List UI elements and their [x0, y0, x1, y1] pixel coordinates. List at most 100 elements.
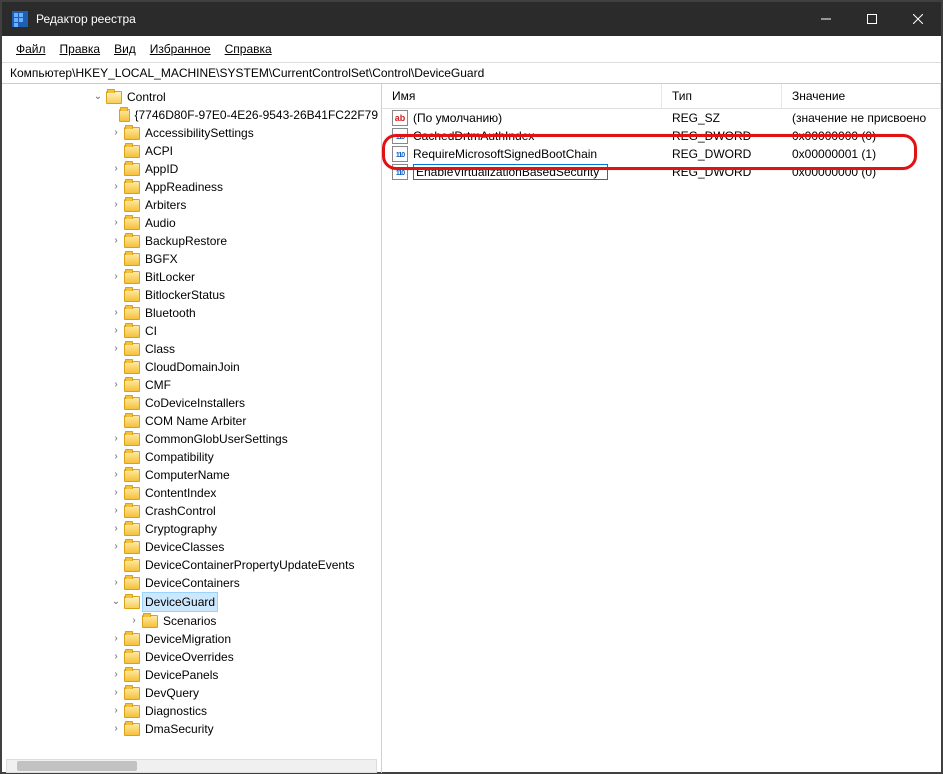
tree-node[interactable]: ACPI: [110, 142, 381, 160]
menu-favorites[interactable]: Избранное: [144, 40, 217, 58]
chevron-right-icon[interactable]: [110, 196, 122, 214]
tree-node-control[interactable]: Control: [92, 88, 381, 106]
tree-node[interactable]: DeviceOverrides: [110, 648, 381, 666]
column-header-type[interactable]: Тип: [662, 84, 782, 108]
maximize-button[interactable]: [849, 2, 895, 36]
tree-node[interactable]: AppID: [110, 160, 381, 178]
list-row[interactable]: (По умолчанию)REG_SZ(значение не присвое…: [382, 109, 941, 127]
tree-node[interactable]: COM Name Arbiter: [110, 412, 381, 430]
chevron-right-icon[interactable]: [128, 612, 140, 630]
chevron-right-icon[interactable]: [110, 720, 122, 738]
chevron-right-icon[interactable]: [110, 466, 122, 484]
chevron-right-icon[interactable]: [110, 232, 122, 250]
close-button[interactable]: [895, 2, 941, 36]
tree-node[interactable]: AccessibilitySettings: [110, 124, 381, 142]
chevron-right-icon[interactable]: [110, 702, 122, 720]
tree-node[interactable]: DevicePanels: [110, 666, 381, 684]
chevron-down-icon[interactable]: [92, 88, 104, 106]
tree-node[interactable]: CommonGlobUserSettings: [110, 430, 381, 448]
chevron-right-icon[interactable]: [110, 448, 122, 466]
tree-node[interactable]: ComputerName: [110, 466, 381, 484]
minimize-button[interactable]: [803, 2, 849, 36]
chevron-right-icon[interactable]: [110, 484, 122, 502]
dword-value-icon: [392, 146, 408, 162]
tree-node[interactable]: CrashControl: [110, 502, 381, 520]
tree-label: Diagnostics: [142, 702, 210, 720]
cell-type: REG_DWORD: [662, 165, 782, 179]
window-title: Редактор реестра: [36, 12, 803, 26]
tree-node[interactable]: Audio: [110, 214, 381, 232]
chevron-right-icon[interactable]: [110, 648, 122, 666]
tree-label: BitlockerStatus: [142, 286, 228, 304]
menu-help[interactable]: Справка: [219, 40, 278, 58]
tree-node[interactable]: BitLocker: [110, 268, 381, 286]
tree-node[interactable]: DeviceMigration: [110, 630, 381, 648]
tree-node[interactable]: Bluetooth: [110, 304, 381, 322]
folder-icon: [124, 271, 140, 284]
cell-name: [382, 164, 662, 180]
chevron-right-icon[interactable]: [110, 574, 122, 592]
tree-node[interactable]: Compatibility: [110, 448, 381, 466]
registry-tree[interactable]: Control {7746D80F-97E0-4E26-9543-26B41FC…: [32, 88, 381, 738]
tree-node[interactable]: DeviceGuard: [110, 592, 381, 612]
chevron-right-icon[interactable]: [110, 124, 122, 142]
tree-node[interactable]: BackupRestore: [110, 232, 381, 250]
chevron-down-icon[interactable]: [110, 593, 122, 611]
tree-node[interactable]: Class: [110, 340, 381, 358]
chevron-right-icon[interactable]: [110, 178, 122, 196]
tree-node[interactable]: BGFX: [110, 250, 381, 268]
menu-view[interactable]: Вид: [108, 40, 142, 58]
value-name-text: (По умолчанию): [413, 111, 502, 125]
tree-node[interactable]: DeviceContainerPropertyUpdateEvents: [110, 556, 381, 574]
list-row[interactable]: REG_DWORD0x00000000 (0): [382, 163, 941, 181]
tree-node[interactable]: AppReadiness: [110, 178, 381, 196]
folder-icon: [124, 289, 140, 302]
tree-node[interactable]: Diagnostics: [110, 702, 381, 720]
tree-node[interactable]: DevQuery: [110, 684, 381, 702]
horizontal-scrollbar[interactable]: [6, 759, 377, 773]
tree-label: {7746D80F-97E0-4E26-9543-26B41FC22F79: [132, 106, 382, 124]
chevron-right-icon[interactable]: [110, 214, 122, 232]
column-header-value[interactable]: Значение: [782, 84, 941, 108]
tree-node[interactable]: Arbiters: [110, 196, 381, 214]
tree-node[interactable]: DeviceClasses: [110, 538, 381, 556]
chevron-right-icon[interactable]: [110, 322, 122, 340]
scrollbar-thumb[interactable]: [17, 761, 137, 771]
app-icon: [12, 11, 28, 27]
chevron-right-icon[interactable]: [110, 160, 122, 178]
tree-node[interactable]: DmaSecurity: [110, 720, 381, 738]
rename-input[interactable]: [413, 164, 608, 180]
menu-file[interactable]: Файл: [10, 40, 52, 58]
dword-value-icon: [392, 164, 408, 180]
chevron-right-icon[interactable]: [110, 304, 122, 322]
chevron-right-icon[interactable]: [110, 376, 122, 394]
tree-label: DeviceGuard: [142, 592, 218, 612]
column-header-name[interactable]: Имя: [382, 84, 662, 108]
chevron-right-icon[interactable]: [110, 684, 122, 702]
chevron-right-icon[interactable]: [110, 520, 122, 538]
tree-node[interactable]: BitlockerStatus: [110, 286, 381, 304]
chevron-right-icon[interactable]: [110, 502, 122, 520]
tree-node[interactable]: Scenarios: [128, 612, 381, 630]
value-name-text: RequireMicrosoftSignedBootChain: [413, 147, 597, 161]
tree-node[interactable]: ContentIndex: [110, 484, 381, 502]
chevron-right-icon[interactable]: [110, 268, 122, 286]
chevron-right-icon[interactable]: [110, 538, 122, 556]
tree-node[interactable]: {7746D80F-97E0-4E26-9543-26B41FC22F79: [110, 106, 381, 124]
tree-node[interactable]: DeviceContainers: [110, 574, 381, 592]
tree-node[interactable]: CMF: [110, 376, 381, 394]
chevron-right-icon[interactable]: [110, 666, 122, 684]
list-row[interactable]: RequireMicrosoftSignedBootChainREG_DWORD…: [382, 145, 941, 163]
tree-node[interactable]: CloudDomainJoin: [110, 358, 381, 376]
address-bar[interactable]: Компьютер\HKEY_LOCAL_MACHINE\SYSTEM\Curr…: [2, 63, 941, 83]
tree-node[interactable]: CI: [110, 322, 381, 340]
list-row[interactable]: CachedDrtmAuthIndexREG_DWORD0x00000000 (…: [382, 127, 941, 145]
menubar: Файл Правка Вид Избранное Справка: [2, 36, 941, 63]
tree-node[interactable]: CoDeviceInstallers: [110, 394, 381, 412]
tree-node[interactable]: Cryptography: [110, 520, 381, 538]
folder-icon: [119, 109, 129, 122]
menu-edit[interactable]: Правка: [54, 40, 107, 58]
chevron-right-icon[interactable]: [110, 630, 122, 648]
chevron-right-icon[interactable]: [110, 340, 122, 358]
chevron-right-icon[interactable]: [110, 430, 122, 448]
